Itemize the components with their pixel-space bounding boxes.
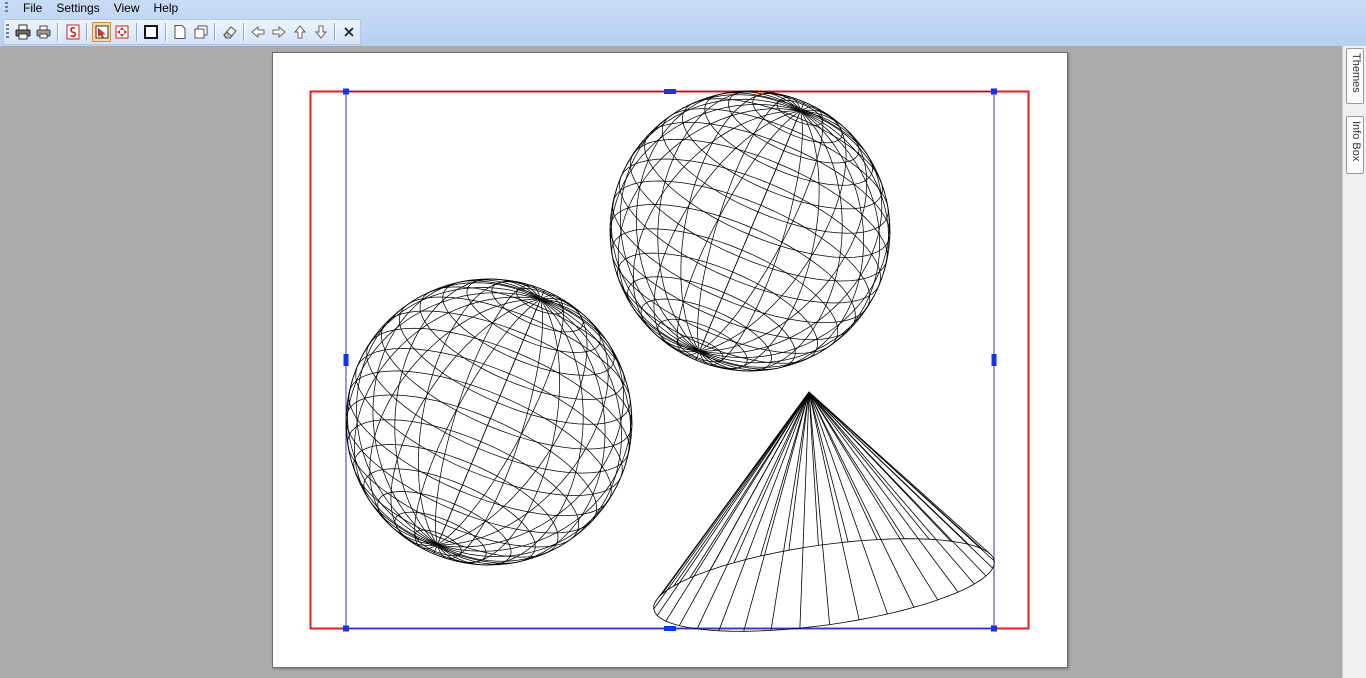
toolbar-separator	[86, 23, 89, 41]
print-icon	[15, 24, 31, 40]
export-button[interactable]	[63, 22, 82, 42]
menu-settings[interactable]: Settings	[49, 1, 106, 15]
new-page-button[interactable]	[171, 22, 190, 42]
close-button[interactable]	[340, 22, 359, 42]
menu-file[interactable]: File	[16, 1, 49, 15]
side-panel: Themes Info Box	[1342, 46, 1366, 678]
arrow-left-button[interactable]	[249, 22, 268, 42]
arrow-down-icon	[314, 25, 327, 39]
toolbar-separator	[334, 23, 337, 41]
tab-info-box[interactable]: Info Box	[1346, 116, 1364, 174]
print-button[interactable]	[14, 22, 33, 42]
move-tool-button[interactable]	[113, 22, 132, 42]
wireframe-sphere-upper[interactable]	[609, 90, 891, 372]
export-icon	[66, 24, 80, 40]
eraser-icon	[222, 26, 237, 39]
arrow-right-button[interactable]	[270, 22, 289, 42]
menu-view[interactable]: View	[107, 1, 147, 15]
copy-page-icon	[194, 25, 208, 39]
arrow-right-icon	[272, 25, 286, 39]
drawing-page[interactable]	[272, 52, 1068, 668]
wireframe-cone[interactable]	[653, 391, 995, 632]
selection-handle[interactable]	[343, 88, 349, 95]
selection-handles	[343, 88, 997, 632]
menu-help[interactable]: Help	[147, 1, 186, 15]
select-tool-icon	[95, 25, 109, 39]
selection-handle[interactable]	[991, 88, 997, 95]
toolbar	[3, 19, 361, 45]
arrow-up-icon	[293, 25, 306, 39]
drawing-canvas[interactable]	[273, 53, 1069, 669]
title-toolbar-area: File Settings View Help	[0, 0, 1366, 46]
toolbar-separator	[135, 23, 138, 41]
selection-handle[interactable]	[664, 626, 676, 631]
frame-icon	[144, 25, 159, 39]
move-tool-icon	[115, 25, 129, 39]
toolbar-separator	[242, 23, 245, 41]
wireframe-sphere-lower[interactable]	[345, 278, 633, 566]
copy-page-button[interactable]	[191, 22, 210, 42]
menu-bar: File Settings View Help	[0, 0, 185, 16]
new-page-icon	[174, 25, 186, 39]
close-icon	[344, 27, 355, 37]
tab-info-box-label: Info Box	[1350, 121, 1362, 162]
tab-themes-label: Themes	[1350, 53, 1362, 93]
tab-themes[interactable]: Themes	[1346, 48, 1364, 104]
selection-handle[interactable]	[343, 625, 349, 632]
selection-handle[interactable]	[991, 354, 997, 366]
print-preview-icon	[36, 25, 51, 39]
frame-button[interactable]	[142, 22, 161, 42]
menubar-grip[interactable]	[5, 2, 8, 14]
arrow-up-button[interactable]	[291, 22, 310, 42]
toolbar-grip[interactable]	[6, 24, 9, 40]
select-tool-button[interactable]	[92, 22, 112, 42]
toolbar-separator	[57, 23, 60, 41]
arrow-down-button[interactable]	[311, 22, 330, 42]
toolbar-separator	[164, 23, 167, 41]
print-preview-button[interactable]	[35, 22, 54, 42]
shape-group	[345, 90, 995, 632]
toolbar-separator	[214, 23, 217, 41]
selection-handle[interactable]	[664, 89, 676, 94]
eraser-button[interactable]	[220, 22, 239, 42]
arrow-left-icon	[251, 25, 265, 39]
selection-handle[interactable]	[343, 354, 349, 366]
selection-handle[interactable]	[991, 625, 997, 632]
